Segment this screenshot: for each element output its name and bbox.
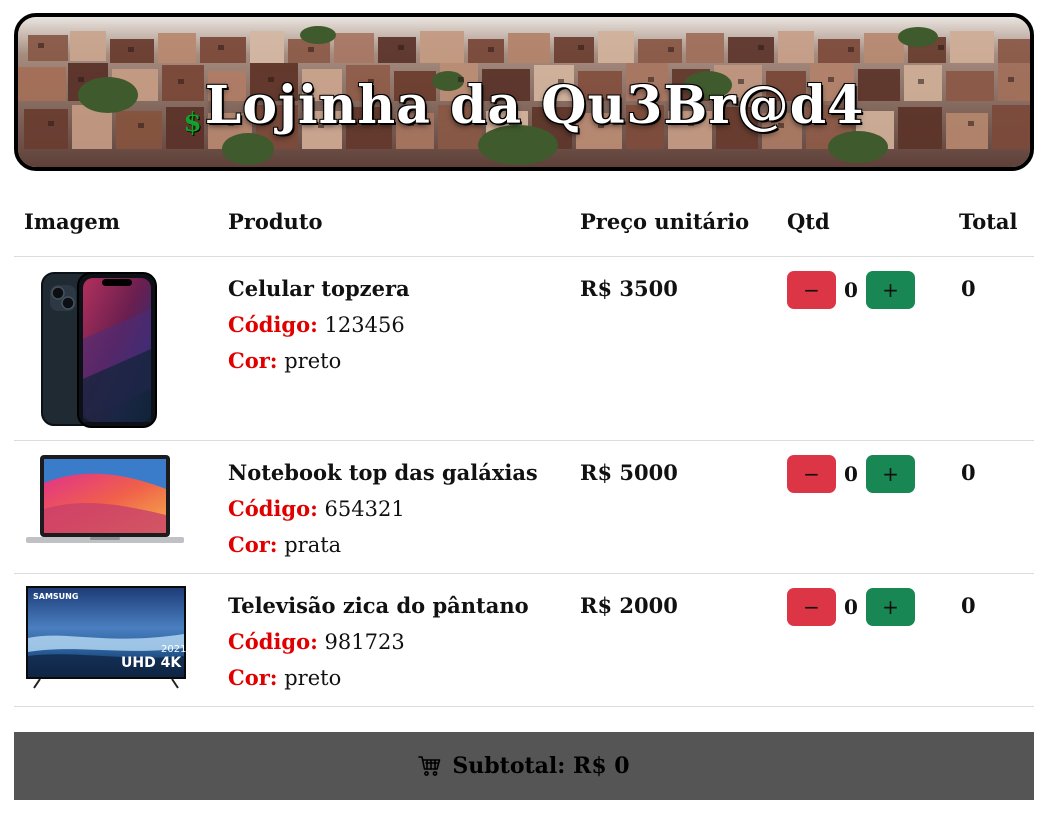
column-header-product: Produto [228, 209, 323, 234]
product-info: Notebook top das galáxias Código: 654321… [228, 455, 538, 563]
cart-icon [418, 754, 442, 778]
color-label: Cor: [228, 665, 278, 690]
qty-value: 0 [844, 278, 858, 302]
product-info: Televisão zica do pântano Código: 981723… [228, 588, 529, 696]
color-value: prata [284, 533, 342, 557]
row-total: 0 [961, 276, 976, 301]
product-info: Celular topzera Código: 123456 Cor: pret… [228, 271, 410, 379]
color-value: preto [284, 349, 342, 373]
unit-price: R$ 2000 [580, 593, 678, 618]
decrease-qty-button[interactable]: − [787, 455, 836, 493]
increase-qty-button[interactable]: + [866, 588, 915, 626]
laptop-image [24, 453, 186, 548]
color-label: Cor: [228, 348, 278, 373]
dollar-sign: $ [183, 108, 203, 138]
quantity-stepper: − 0 + [787, 588, 915, 626]
row-total: 0 [961, 460, 976, 485]
product-code: Código: 654321 [228, 491, 538, 527]
row-total: 0 [961, 593, 976, 618]
tv-image: SAMSUNG 2021 UHD 4K [26, 586, 186, 690]
product-name: Televisão zica do pântano [228, 593, 529, 618]
tv-model: UHD 4K [121, 655, 182, 671]
subtotal-text: Subtotal: R$ 0 [452, 753, 630, 779]
subtotal-bar: Subtotal: R$ 0 [14, 732, 1034, 800]
column-header-qty: Qtd [787, 209, 830, 234]
column-header-image: Imagem [24, 209, 120, 234]
product-code: Código: 123456 [228, 307, 410, 343]
product-name: Notebook top das galáxias [228, 460, 538, 485]
code-label: Código: [228, 496, 318, 521]
code-value: 123456 [324, 313, 405, 337]
store-banner: $Lojinha da Qu3Br@d4 [14, 13, 1034, 171]
store-title-text: Lojinha da Qu3Br@d4 [204, 75, 865, 136]
tv-year: 2021 [161, 644, 186, 655]
increase-qty-button[interactable]: + [866, 271, 915, 309]
tv-brand: SAMSUNG [33, 592, 78, 601]
product-color: Cor: preto [228, 660, 529, 696]
quantity-stepper: − 0 + [787, 455, 915, 493]
decrease-qty-button[interactable]: − [787, 588, 836, 626]
color-value: preto [284, 666, 342, 690]
qty-value: 0 [844, 462, 858, 486]
code-value: 981723 [324, 630, 405, 654]
qty-value: 0 [844, 595, 858, 619]
code-value: 654321 [324, 497, 405, 521]
color-label: Cor: [228, 532, 278, 557]
column-header-unit-price: Preço unitário [580, 209, 750, 234]
product-color: Cor: preto [228, 343, 410, 379]
unit-price: R$ 5000 [580, 460, 678, 485]
unit-price: R$ 3500 [580, 276, 678, 301]
smartphone-image [40, 269, 158, 429]
product-name: Celular topzera [228, 276, 410, 301]
table-header: Imagem Produto Preço unitário Qtd Total [14, 193, 1034, 257]
product-color: Cor: prata [228, 527, 538, 563]
column-header-total: Total [959, 209, 1018, 234]
cart-table: Imagem Produto Preço unitário Qtd Total [14, 193, 1034, 707]
increase-qty-button[interactable]: + [866, 455, 915, 493]
table-row: Celular topzera Código: 123456 Cor: pret… [14, 257, 1034, 441]
table-row: SAMSUNG 2021 UHD 4K Televisão zica do pâ… [14, 574, 1034, 707]
code-label: Código: [228, 629, 318, 654]
table-row: Notebook top das galáxias Código: 654321… [14, 441, 1034, 574]
quantity-stepper: − 0 + [787, 271, 915, 309]
decrease-qty-button[interactable]: − [787, 271, 836, 309]
store-title: $Lojinha da Qu3Br@d4 [18, 75, 1030, 138]
code-label: Código: [228, 312, 318, 337]
product-code: Código: 981723 [228, 624, 529, 660]
